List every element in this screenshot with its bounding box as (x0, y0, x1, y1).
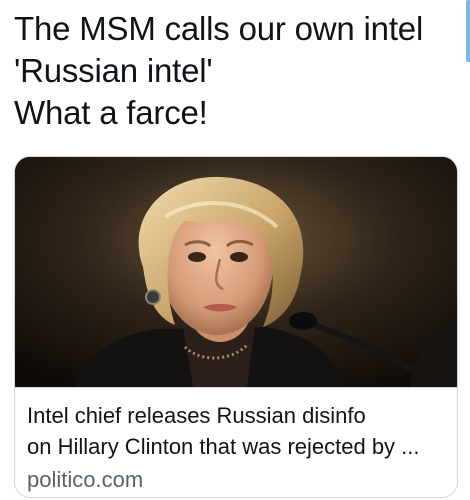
card-title-line[interactable]: on Hillary Clinton that was rejected by … (27, 431, 445, 462)
scroll-indicator[interactable] (466, 0, 470, 62)
tweet-text: The MSM calls our own intel 'Russian int… (14, 8, 454, 134)
portrait-photo (15, 157, 457, 387)
card-title-line[interactable]: Intel chief releases Russian disinfo (27, 400, 445, 431)
tweet-text-line: The MSM calls our own intel (14, 10, 424, 47)
card-domain[interactable]: politico.com (27, 465, 445, 495)
link-preview-card[interactable]: Intel chief releases Russian disinfo on … (14, 156, 458, 498)
tweet-text-line: What a farce! (14, 94, 208, 131)
card-image[interactable] (15, 157, 457, 387)
tweet-text-line: 'Russian intel' (14, 52, 213, 89)
card-body: Intel chief releases Russian disinfo on … (15, 387, 457, 495)
